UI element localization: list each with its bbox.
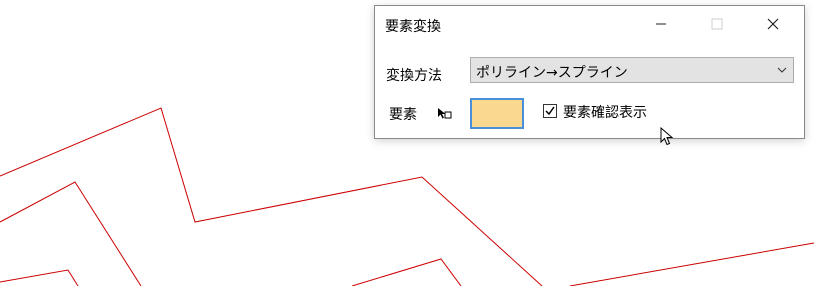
close-icon bbox=[767, 18, 778, 30]
confirm-checkbox[interactable] bbox=[543, 104, 557, 118]
close-button[interactable] bbox=[750, 6, 795, 42]
polyline-2[interactable] bbox=[0, 181, 142, 286]
title-bar[interactable]: 要素変換 bbox=[375, 6, 804, 44]
method-select[interactable]: ポリライン→スプライン bbox=[470, 57, 794, 83]
polyline-4[interactable] bbox=[351, 258, 462, 286]
confirm-label[interactable]: 要素確認表示 bbox=[563, 102, 647, 122]
element-color-box[interactable] bbox=[470, 98, 524, 129]
dialog-title: 要素変換 bbox=[385, 19, 441, 35]
method-label: 変換方法 bbox=[386, 68, 442, 84]
method-select-value: ポリライン→スプライン bbox=[476, 65, 628, 81]
maximize-icon bbox=[711, 18, 722, 30]
checkmark-icon bbox=[545, 106, 555, 116]
pick-pointer-icon[interactable] bbox=[436, 106, 452, 120]
element-convert-dialog: 要素変換 変換方法 ポリライン→スプライン 要素 要素確認表示 bbox=[374, 5, 805, 139]
polyline-3[interactable] bbox=[0, 269, 79, 286]
maximize-button[interactable] bbox=[694, 6, 739, 42]
mouse-cursor-icon bbox=[660, 127, 674, 146]
element-label: 要素 bbox=[389, 107, 417, 123]
chevron-down-icon bbox=[777, 67, 787, 73]
polyline-5[interactable] bbox=[569, 242, 814, 286]
minimize-button[interactable] bbox=[638, 6, 683, 42]
minimize-icon bbox=[655, 23, 666, 25]
